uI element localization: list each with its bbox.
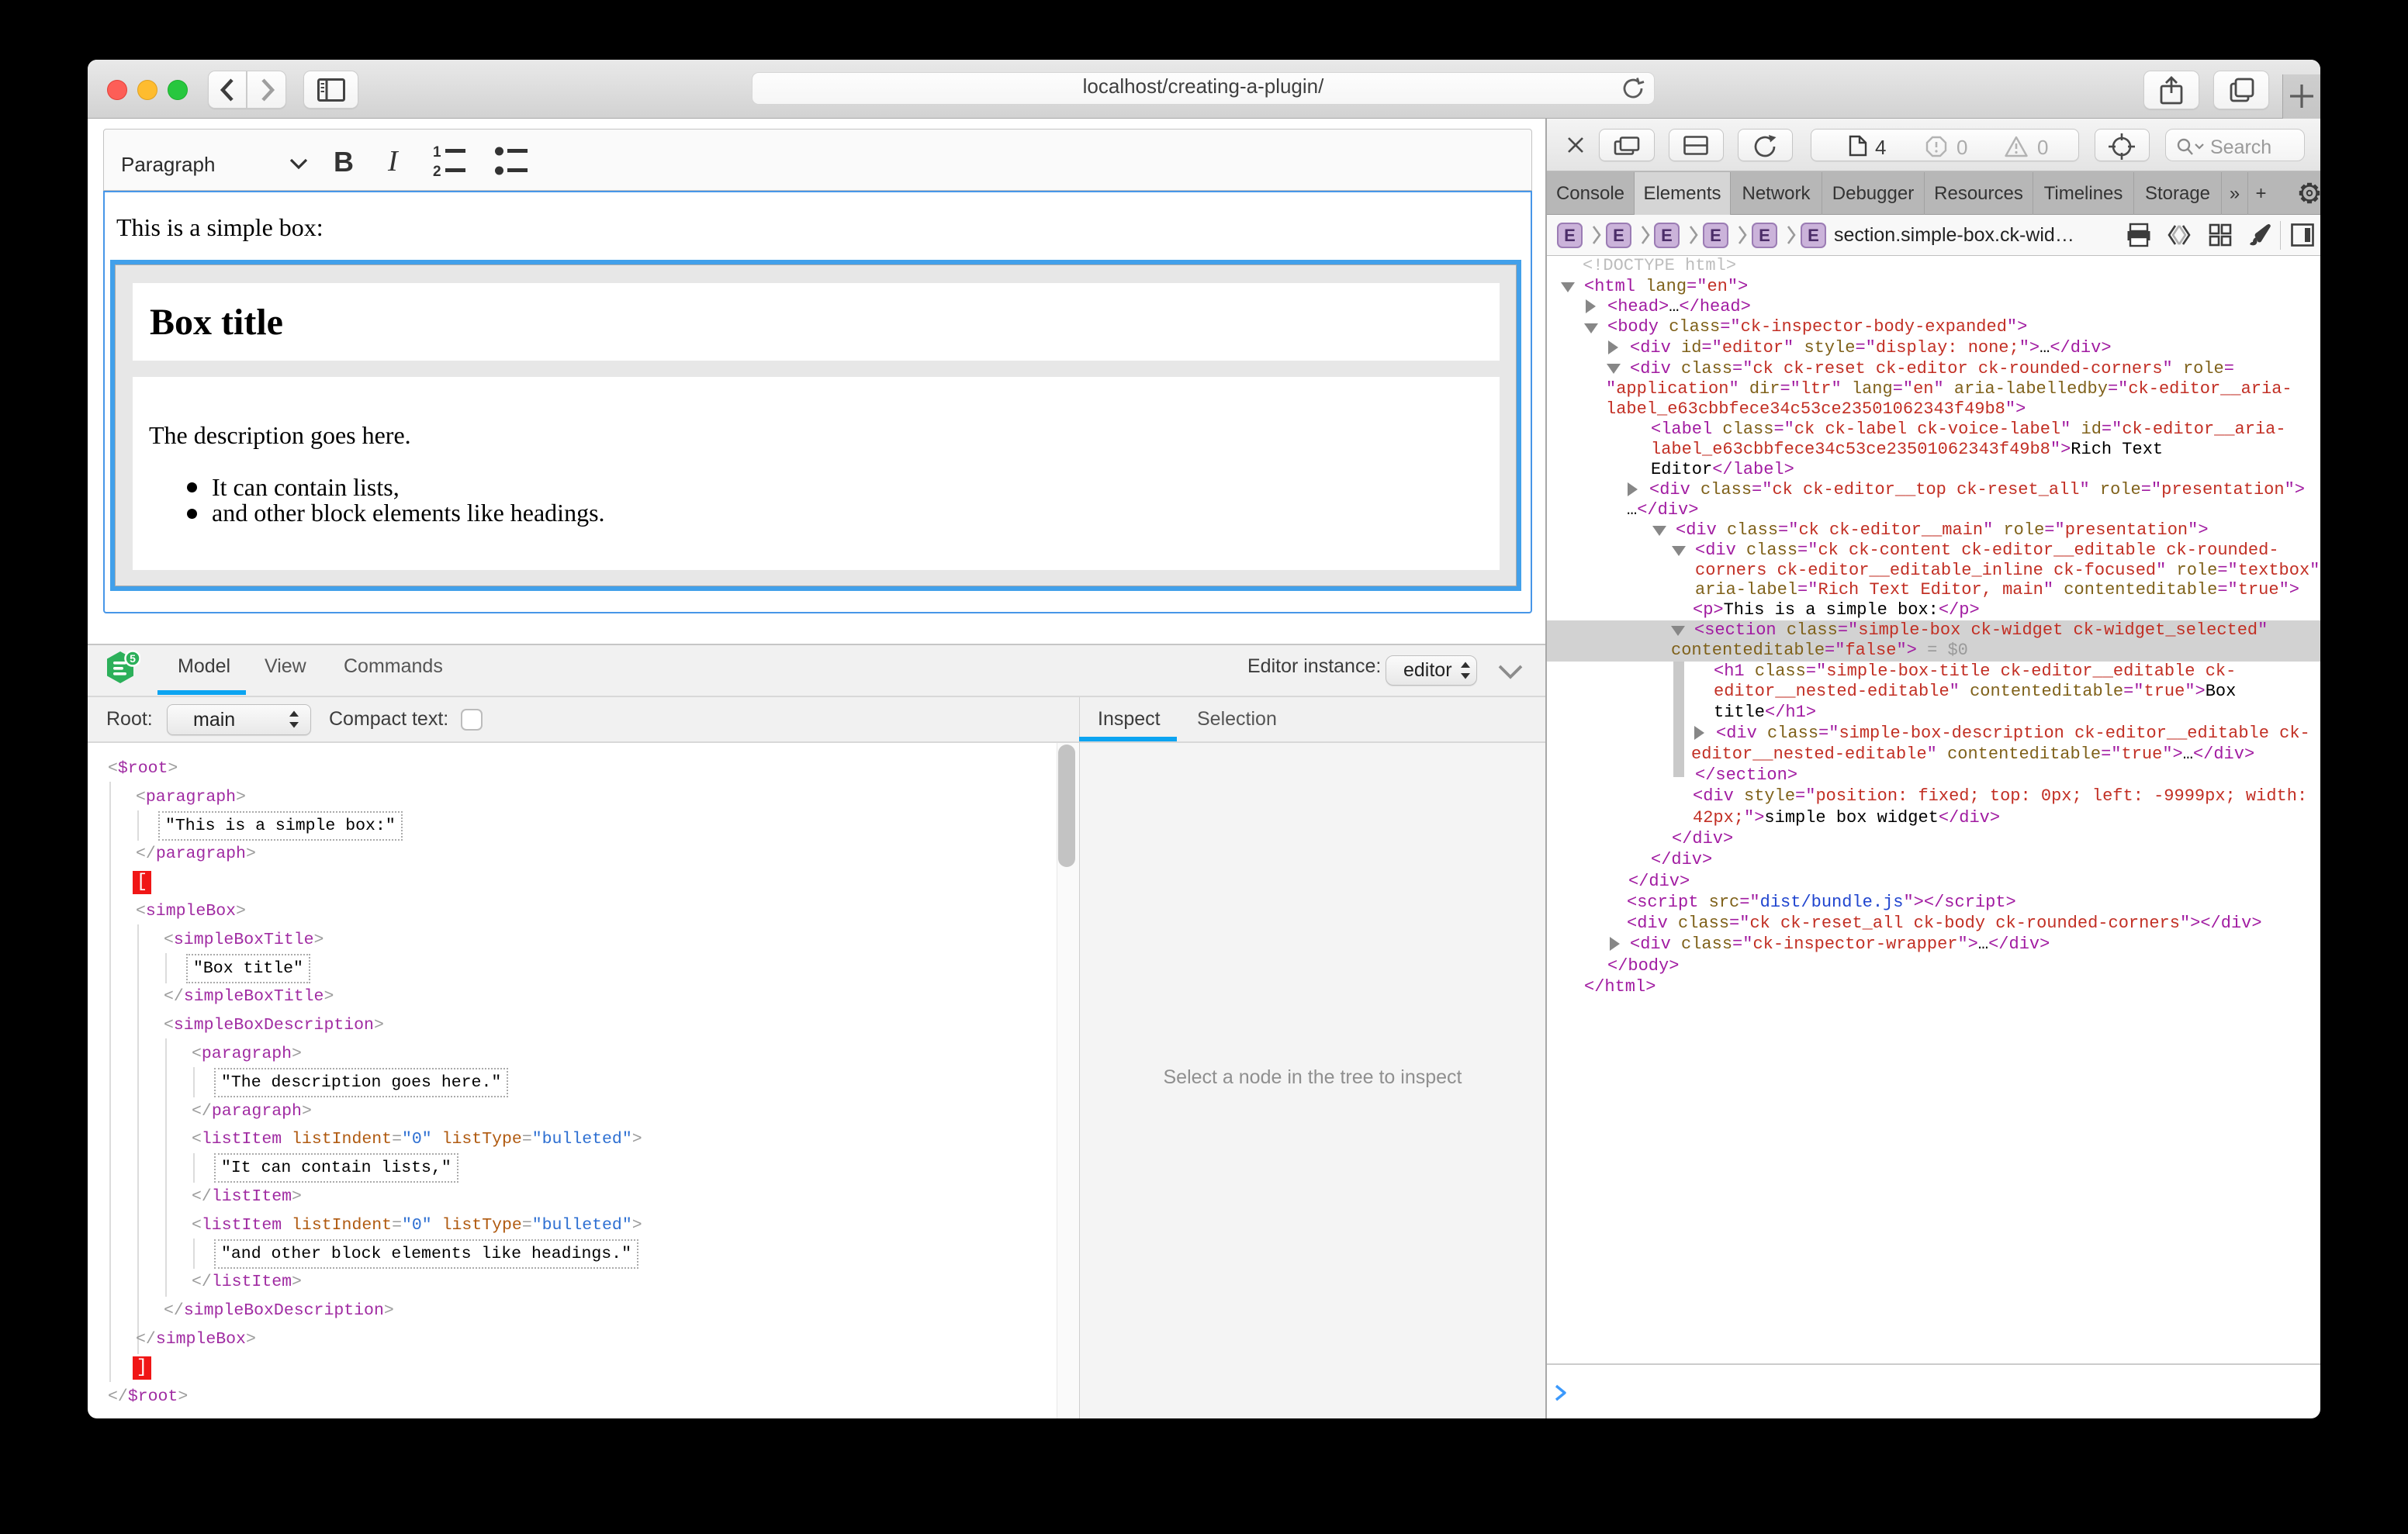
svg-text:1: 1 [433,144,441,161]
svg-text:5: 5 [130,652,136,665]
svg-text:2: 2 [433,164,441,178]
